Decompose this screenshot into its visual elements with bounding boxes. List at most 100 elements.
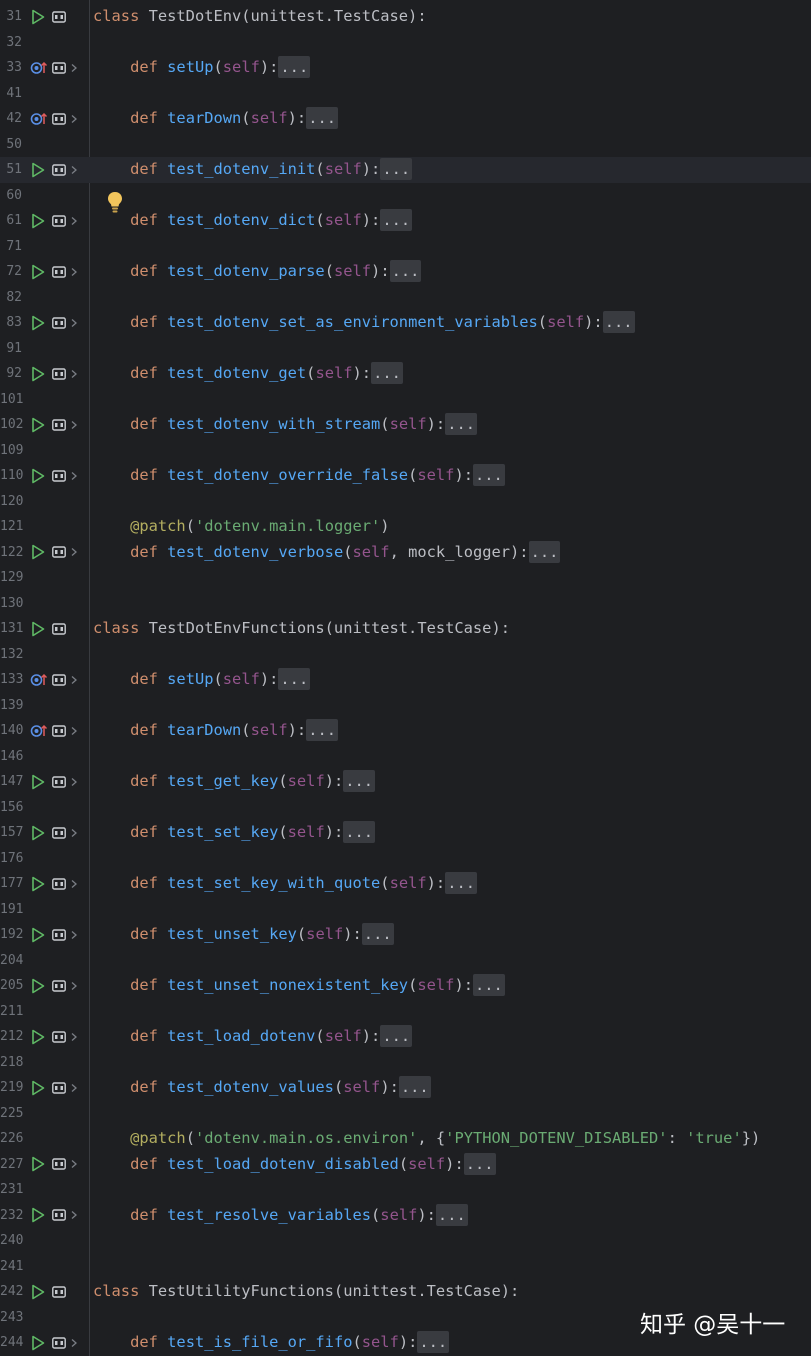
fold-chevron-icon[interactable] [70,361,78,387]
code-line[interactable]: 41 [0,81,811,107]
run-test-icon[interactable] [31,4,45,30]
run-test-icon[interactable] [31,769,45,795]
code-line[interactable]: 33 def setUp(self):... [0,55,811,81]
fold-chevron-icon[interactable] [70,1152,78,1178]
structure-icon[interactable] [52,361,66,387]
code-line[interactable]: 231 [0,1177,811,1203]
structure-icon[interactable] [52,973,66,999]
run-test-icon[interactable] [31,540,45,566]
structure-icon[interactable] [52,667,66,693]
structure-icon[interactable] [52,540,66,566]
run-test-icon[interactable] [31,412,45,438]
fold-chevron-icon[interactable] [70,55,78,81]
code-line[interactable]: 232 def test_resolve_variables(self):... [0,1203,811,1229]
code-line[interactable]: 92 def test_dotenv_get(self):... [0,361,811,387]
code-line[interactable]: 212 def test_load_dotenv(self):... [0,1024,811,1050]
code-line[interactable]: 177 def test_set_key_with_quote(self):..… [0,871,811,897]
fold-chevron-icon[interactable] [70,820,78,846]
structure-icon[interactable] [52,106,66,132]
code-line[interactable]: 120 [0,489,811,515]
run-test-icon[interactable] [31,1152,45,1178]
code-line[interactable]: 241 [0,1254,811,1280]
code-line[interactable]: 109 [0,438,811,464]
structure-icon[interactable] [52,1152,66,1178]
structure-icon[interactable] [52,463,66,489]
run-test-icon[interactable] [31,208,45,234]
folded-code-placeholder[interactable]: ... [278,56,311,78]
code-line[interactable]: 82 [0,285,811,311]
folded-code-placeholder[interactable]: ... [380,158,413,180]
code-line[interactable]: 227 def test_load_dotenv_disabled(self):… [0,1152,811,1178]
code-line[interactable]: 91 [0,336,811,362]
code-line[interactable]: 146 [0,744,811,770]
folded-code-placeholder[interactable]: ... [306,107,339,129]
code-line[interactable]: 102 def test_dotenv_with_stream(self):..… [0,412,811,438]
override-method-icon[interactable] [30,106,48,132]
folded-code-placeholder[interactable]: ... [380,209,413,231]
run-test-icon[interactable] [31,871,45,897]
code-line[interactable]: 133 def setUp(self):... [0,667,811,693]
fold-chevron-icon[interactable] [70,973,78,999]
code-line[interactable]: 139 [0,693,811,719]
folded-code-placeholder[interactable]: ... [463,1152,496,1175]
code-line[interactable]: 218 [0,1050,811,1076]
structure-icon[interactable] [52,871,66,897]
structure-icon[interactable] [52,1075,66,1101]
fold-chevron-icon[interactable] [70,1330,78,1356]
fold-chevron-icon[interactable] [70,667,78,693]
run-test-icon[interactable] [31,157,45,183]
structure-icon[interactable] [52,1330,66,1356]
folded-code-placeholder[interactable]: ... [602,311,635,333]
code-line[interactable]: 129 [0,565,811,591]
folded-code-placeholder[interactable]: ... [343,770,376,792]
fold-chevron-icon[interactable] [70,1024,78,1050]
code-line[interactable]: 192 def test_unset_key(self):... [0,922,811,948]
override-method-icon[interactable] [30,718,48,744]
override-method-icon[interactable] [30,667,48,693]
folded-code-placeholder[interactable]: ... [445,413,477,435]
structure-icon[interactable] [52,718,66,744]
structure-icon[interactable] [52,1203,66,1229]
structure-icon[interactable] [52,1279,66,1305]
fold-chevron-icon[interactable] [70,106,78,132]
fold-chevron-icon[interactable] [70,540,78,566]
lightbulb-icon[interactable] [106,190,124,218]
structure-icon[interactable] [52,4,66,30]
structure-icon[interactable] [52,616,66,642]
structure-icon[interactable] [52,310,66,336]
code-line[interactable]: 42 def tearDown(self):... [0,106,811,132]
code-line[interactable]: 226 @patch('dotenv.main.os.environ', {'P… [0,1126,811,1152]
structure-icon[interactable] [52,412,66,438]
folded-code-placeholder[interactable]: ... [398,1076,431,1098]
code-line[interactable]: 204 [0,948,811,974]
fold-chevron-icon[interactable] [70,1075,78,1101]
code-line[interactable]: 122 def test_dotenv_verbose(self, mock_l… [0,540,811,566]
run-test-icon[interactable] [31,1075,45,1101]
folded-code-placeholder[interactable]: ... [371,362,403,384]
folded-code-placeholder[interactable]: ... [389,260,422,282]
code-line[interactable]: 32 [0,30,811,56]
code-editor[interactable]: 31 class TestDotEnv(unittest.TestCase): 32… [0,0,811,1356]
structure-icon[interactable] [52,157,66,183]
structure-icon[interactable] [52,769,66,795]
run-test-icon[interactable] [31,1203,45,1229]
code-line[interactable]: 240 [0,1228,811,1254]
code-line[interactable]: 132 [0,642,811,668]
code-line[interactable]: 156 [0,795,811,821]
code-line[interactable]: 205 def test_unset_nonexistent_key(self)… [0,973,811,999]
structure-icon[interactable] [52,1024,66,1050]
folded-code-placeholder[interactable]: ... [361,923,394,945]
code-line[interactable]: 225 [0,1101,811,1127]
code-line[interactable]: 219 def test_dotenv_values(self):... [0,1075,811,1101]
code-line[interactable]: 101 [0,387,811,413]
fold-chevron-icon[interactable] [70,157,78,183]
run-test-icon[interactable] [31,820,45,846]
fold-chevron-icon[interactable] [70,208,78,234]
code-line[interactable]: 242 class TestUtilityFunctions(unittest.T… [0,1279,811,1305]
folded-code-placeholder[interactable]: ... [306,719,339,741]
code-line[interactable]: 110 def test_dotenv_override_false(self)… [0,463,811,489]
folded-code-placeholder[interactable]: ... [343,821,376,843]
structure-icon[interactable] [52,208,66,234]
fold-chevron-icon[interactable] [70,922,78,948]
run-test-icon[interactable] [31,259,45,285]
